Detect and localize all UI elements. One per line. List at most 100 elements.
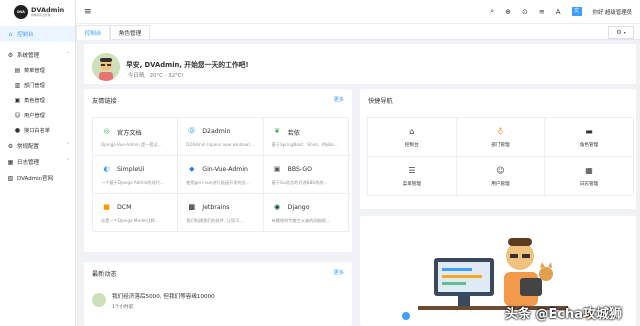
link-description: Django-Vue-Admin 是一套全... bbox=[101, 142, 162, 147]
tabs-settings-dropdown[interactable]: ⚙ ▾ bbox=[608, 26, 634, 39]
django-icon: ◉ bbox=[274, 203, 281, 211]
sidebar-item-dept[interactable]: ▥ 部门管理 bbox=[0, 78, 75, 93]
header-actions: ⌕ ⊕ ⊙ ≋ A 文 你好 超级管理员 bbox=[490, 7, 632, 16]
sidebar-item-label: 接口白名单 bbox=[24, 128, 50, 134]
link-icon: ▧ bbox=[7, 174, 14, 182]
gear-icon: ⚙ bbox=[616, 29, 622, 36]
card-title: 快捷导航 bbox=[368, 98, 393, 105]
quick-nav-item-3[interactable]: ☰ 菜单管理 bbox=[368, 157, 457, 196]
welcome-card: 早安, DVAdmin, 开始您一天的工作吧! 今日晴, 20°C - 32°C… bbox=[84, 44, 636, 84]
link-name: Jetbrains bbox=[202, 204, 230, 211]
sidebar-item-config[interactable]: ⚙ 常规配置 ˅ bbox=[0, 138, 75, 154]
system-submenu: ▤ 菜单管理 ▥ 部门管理 ▣ 角色管理 ☺ 用户管理 ● 接口白名单 bbox=[0, 63, 75, 138]
link-description: 这是一个Django Model注释... bbox=[101, 218, 159, 223]
tabs-bar: 控制台 角色管理 ⚙ ▾ bbox=[76, 24, 640, 40]
refresh-icon[interactable]: ⊕ bbox=[505, 8, 511, 16]
quick-nav-label: 部门管理 bbox=[491, 143, 510, 148]
more-link[interactable]: 更多 bbox=[334, 96, 344, 105]
sidebar-item-log[interactable]: ▦ 日志管理 ˅ bbox=[0, 154, 75, 170]
link-card-4[interactable]: ◆ Gin-Vue-Admin 使用gin+vue进行极速开发的全... bbox=[178, 156, 264, 194]
sidebar-item-system[interactable]: ⚙ 系统管理 ˄ bbox=[0, 47, 75, 63]
link-card-6[interactable]: ■ DCM 这是一个Django Model注释... bbox=[93, 194, 179, 232]
link-card-3[interactable]: ◐ SimpleUi 一个基于Django Admin的现代... bbox=[93, 156, 179, 194]
link-card-5[interactable]: ▣ BBS-GO 基于Go语言的开源BBS系统... bbox=[263, 156, 349, 194]
link-description: D2Admin (opens new window)... bbox=[186, 142, 254, 147]
sidebar-item-website[interactable]: ▧ DVAdmin官网 bbox=[0, 170, 75, 186]
sidebar-item-label: 部门管理 bbox=[24, 83, 45, 89]
search-icon[interactable]: ⌕ bbox=[490, 7, 494, 16]
logo[interactable]: DVA DVAdmin 物联网平台管理 bbox=[0, 0, 75, 24]
quick-nav-item-0[interactable]: ⌂ 控制台 bbox=[368, 118, 457, 157]
quick-nav-label: 角色管理 bbox=[579, 143, 599, 148]
weather-label: 今日晴, bbox=[128, 73, 146, 79]
app-subtitle: 物联网平台管理 bbox=[31, 13, 51, 18]
sidebar-item-label: 角色管理 bbox=[24, 98, 45, 104]
card-header: 快捷导航 bbox=[368, 96, 628, 105]
quick-nav-item-4[interactable]: ☺ 用户管理 bbox=[456, 157, 546, 196]
quick-nav-label: 菜单管理 bbox=[402, 182, 421, 187]
sidebar-item-whitelist[interactable]: ● 接口白名单 bbox=[0, 123, 75, 138]
avatar bbox=[92, 293, 106, 307]
link-card-0[interactable]: ◎ 官方文档 Django-Vue-Admin 是一套全... bbox=[93, 118, 179, 156]
sidebar-item-label: 系统管理 bbox=[17, 53, 40, 59]
app-root: DVA DVAdmin 物联网平台管理 ⌂ 控制台 ⚙ 系统管理 ˄ ▤ 菜单管… bbox=[0, 0, 640, 326]
news-text[interactable]: 我们经济落后5000, 但我们等容缘10000 bbox=[112, 292, 215, 300]
link-name: 官方文档 bbox=[117, 130, 142, 137]
link-name: BBS-GO bbox=[287, 166, 313, 173]
tab-dashboard[interactable]: 控制台 bbox=[76, 25, 110, 40]
sidebar-item-dashboard[interactable]: ⌂ 控制台 bbox=[0, 26, 75, 42]
quick-nav-label: 用户管理 bbox=[491, 182, 510, 187]
wifi-icon[interactable]: ≋ bbox=[539, 8, 545, 16]
config-icon: ⚙ bbox=[7, 142, 14, 150]
simpleui-icon: ◐ bbox=[103, 165, 110, 173]
user-menu[interactable]: 你好 超级管理员 bbox=[593, 8, 632, 16]
quick-nav-item-5[interactable]: ▦ 日志管理 bbox=[545, 157, 634, 196]
sidebar-item-label: 用户管理 bbox=[24, 113, 45, 119]
news-time: 1个小时前 bbox=[112, 305, 134, 310]
org-icon: ♁ bbox=[497, 127, 504, 136]
card-header: 友情链接 更多 bbox=[92, 96, 344, 105]
tab-role-management[interactable]: 角色管理 bbox=[110, 25, 150, 40]
bbs-icon: ▣ bbox=[273, 165, 281, 173]
latest-news-card: 最新动态 更多 我们经济落后5000, 但我们等容缘10000 1个小时前 bbox=[84, 262, 352, 326]
scrollbar[interactable] bbox=[636, 40, 640, 326]
sidebar-item-menu[interactable]: ▤ 菜单管理 bbox=[0, 63, 75, 78]
link-card-7[interactable]: ▩ Jetbrains 我们构建我们的软件, 让您可... bbox=[178, 194, 264, 232]
font-size-icon[interactable]: A bbox=[556, 8, 561, 16]
sidebar: DVA DVAdmin 物联网平台管理 ⌂ 控制台 ⚙ 系统管理 ˄ ▤ 菜单管… bbox=[0, 0, 76, 326]
more-link[interactable]: 更多 bbox=[334, 269, 344, 278]
quick-nav-card: 快捷导航 ⌂ 控制台 ♁ 部门管理 ▬ 角色管理 ☰ 菜单管理 ☺ 用户管理 ▦ 日志管理 bbox=[360, 89, 636, 209]
chevron-down-icon: ˅ bbox=[66, 143, 70, 149]
link-description: 有删除的完美主义者的网络框... bbox=[271, 218, 331, 223]
language-icon[interactable]: 文 bbox=[571, 7, 582, 16]
link-name: SimpleUi bbox=[117, 166, 145, 173]
dcm-icon: ■ bbox=[103, 203, 110, 211]
docs-icon: ◎ bbox=[103, 127, 110, 135]
fullscreen-icon[interactable]: ⊙ bbox=[522, 8, 528, 16]
home-icon: ⌂ bbox=[409, 127, 415, 136]
avatar-illustration bbox=[92, 53, 120, 81]
link-card-2[interactable]: ❦ 若依 基于SpringBoot、Shiro、MyBa... bbox=[263, 118, 349, 156]
sidebar-item-label: DVAdmin官网 bbox=[17, 176, 54, 182]
quick-nav-grid: ⌂ 控制台 ♁ 部门管理 ▬ 角色管理 ☰ 菜单管理 ☺ 用户管理 ▦ 日志管理 bbox=[367, 117, 634, 196]
greeting-text: 早安, DVAdmin, 开始您一天的工作吧! bbox=[126, 61, 249, 69]
link-name: DCM bbox=[117, 204, 132, 211]
menu-icon: ▤ bbox=[14, 67, 21, 74]
sidebar-item-label: 菜单管理 bbox=[24, 68, 45, 74]
gear-icon: ⚙ bbox=[7, 51, 14, 59]
caret-down-icon: ▾ bbox=[623, 30, 626, 35]
hamburger-icon[interactable]: ≡ bbox=[84, 7, 92, 17]
chevron-down-icon: ˅ bbox=[66, 159, 70, 165]
temperature-range: 20°C - 32°C! bbox=[149, 73, 184, 79]
sidebar-item-role[interactable]: ▣ 角色管理 bbox=[0, 93, 75, 108]
quick-nav-item-2[interactable]: ▬ 角色管理 bbox=[545, 118, 634, 157]
menu-icon: ☰ bbox=[408, 166, 416, 175]
link-card-1[interactable]: Ⓓ D2admin D2Admin (opens new window)... bbox=[178, 118, 264, 156]
sidebar-item-label: 控制台 bbox=[17, 32, 34, 38]
link-card-8[interactable]: ◉ Django 有删除的完美主义者的网络框... bbox=[263, 194, 349, 232]
gva-icon: ◆ bbox=[189, 165, 195, 173]
id-card-icon: ▬ bbox=[585, 127, 593, 136]
link-name: Gin-Vue-Admin bbox=[202, 166, 248, 173]
sidebar-item-user[interactable]: ☺ 用户管理 bbox=[0, 108, 75, 123]
quick-nav-item-1[interactable]: ♁ 部门管理 bbox=[456, 118, 546, 157]
